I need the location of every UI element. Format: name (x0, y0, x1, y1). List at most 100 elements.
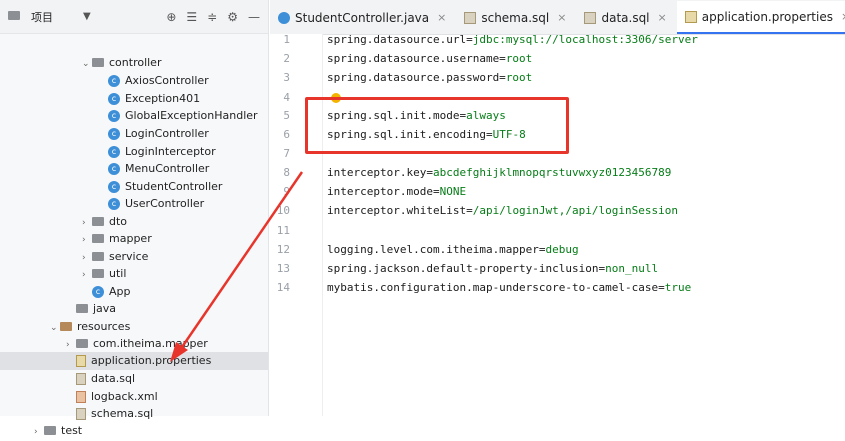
folder-icon (92, 57, 104, 67)
close-icon[interactable]: × (437, 11, 446, 24)
folder-icon (44, 425, 56, 435)
folder-icon (92, 268, 104, 278)
property-key: interceptor.whiteList= (327, 204, 473, 217)
tree-item[interactable]: logback.xml (0, 388, 268, 406)
tree-item-label: StudentController (125, 180, 223, 193)
tree-item[interactable]: c StudentController (0, 178, 268, 196)
close-icon[interactable]: × (841, 10, 845, 23)
line-number: 2 (283, 52, 290, 65)
tree-item[interactable]: application.properties (0, 352, 268, 370)
chevron-down-icon[interactable]: ▼ (83, 11, 91, 22)
property-key: mybatis.configuration.map-underscore-to-… (327, 281, 665, 294)
line-number: 4 (283, 91, 290, 104)
tree-item-label: java (93, 302, 117, 315)
tree-item[interactable]: c Exception401 (0, 90, 268, 108)
tab-label: schema.sql (481, 10, 550, 25)
tree-item-label: data.sql (91, 372, 136, 385)
gear-icon[interactable]: ⚙ (227, 10, 238, 24)
line-number: 8 (283, 166, 290, 179)
tree-item[interactable]: › util (0, 265, 268, 283)
code-line[interactable]: spring.datasource.password=root (327, 71, 532, 84)
chevron-right-icon[interactable]: › (82, 266, 92, 284)
code-line[interactable]: interceptor.whiteList=/api/loginJwt,/api… (327, 204, 678, 217)
class-icon: c (108, 181, 120, 193)
resources-folder-icon (60, 321, 72, 331)
line-number: 1 (283, 33, 290, 46)
sql-file-icon (76, 408, 86, 420)
tree-item-label: GlobalExceptionHandler (125, 109, 258, 122)
tree-item-label: LoginInterceptor (125, 145, 216, 158)
property-key: spring.datasource.url= (327, 33, 473, 46)
tree-item[interactable]: data.sql (0, 370, 268, 388)
code-line[interactable]: interceptor.key=abcdefghijklmnopqrstuvwx… (327, 166, 671, 179)
class-icon (278, 11, 290, 24)
tree-item[interactable]: › dto (0, 213, 268, 231)
tree-item-label: Exception401 (125, 92, 201, 105)
tree-item-label: LoginController (125, 127, 209, 140)
tree-item[interactable]: c LoginController (0, 125, 268, 143)
class-icon: c (108, 163, 120, 175)
code-line[interactable]: interceptor.mode=NONE (327, 185, 466, 198)
tree-item[interactable]: schema.sql (0, 405, 268, 423)
tree-item-label: util (109, 267, 127, 280)
tree-item[interactable]: c MenuController (0, 160, 268, 178)
properties-file-icon (684, 10, 697, 23)
tree-item[interactable]: c UserController (0, 195, 268, 213)
property-value: /api/loginJwt,/api/loginSession (472, 204, 679, 217)
tree-item[interactable]: ⌄ resources (0, 318, 268, 336)
tree-item[interactable]: c AxiosController (0, 72, 268, 90)
line-number: 14 (276, 281, 290, 294)
tree-item[interactable]: › service (0, 248, 268, 266)
expand-all-icon[interactable]: ≑ (207, 10, 217, 24)
tree-item-label: AxiosController (125, 74, 209, 87)
editor-tab[interactable]: application.properties × (676, 1, 845, 34)
code-line[interactable]: spring.jackson.default-property-inclusio… (327, 262, 658, 275)
tree-item[interactable]: java (0, 300, 268, 318)
project-header: 项目 ▼ ⊕ ☰ ≑ ⚙ — (0, 0, 268, 34)
tree-item[interactable]: c GlobalExceptionHandler (0, 107, 268, 125)
tree-item-label: schema.sql (91, 407, 154, 420)
code-line[interactable]: spring.datasource.username=root (327, 52, 532, 65)
chevron-down-icon[interactable]: ⌄ (82, 55, 92, 73)
project-title[interactable]: 项目 (31, 9, 53, 25)
tree-item[interactable]: c LoginInterceptor (0, 143, 268, 161)
tree-item-label: resources (77, 320, 131, 333)
property-key: spring.datasource.username= (327, 52, 506, 65)
chevron-right-icon[interactable]: › (82, 231, 92, 249)
line-number: 9 (283, 185, 290, 198)
editor-tab[interactable]: data.sql × (576, 1, 676, 34)
code-line[interactable]: mybatis.configuration.map-underscore-to-… (327, 281, 691, 294)
code-editor[interactable]: spring.datasource.url=jdbc:mysql://local… (327, 33, 845, 416)
property-value: root (505, 71, 533, 84)
close-icon[interactable]: × (658, 11, 667, 24)
property-value: non_null (605, 262, 659, 275)
property-value: NONE (439, 185, 467, 198)
editor-tab[interactable]: StudentController.java × (270, 1, 456, 34)
tree-item-label: application.properties (91, 354, 212, 367)
close-icon[interactable]: × (557, 11, 566, 24)
chevron-right-icon[interactable]: › (34, 423, 44, 441)
line-gutter: 1 2 3 4 5 6 7 8 9 10 11 12 13 14 (270, 33, 323, 416)
code-line[interactable]: logging.level.com.itheima.mapper=debug (327, 243, 579, 256)
tree-item[interactable]: ⌄ controller (0, 54, 268, 72)
property-value: abcdefghijklmnopqrstuvwxyz0123456789 (432, 166, 672, 179)
tree-item[interactable]: › test (0, 422, 268, 440)
line-number: 6 (283, 128, 290, 141)
tree-item-label: App (109, 285, 131, 298)
code-line[interactable]: spring.datasource.url=jdbc:mysql://local… (327, 33, 698, 46)
property-key: spring.jackson.default-property-inclusio… (327, 262, 606, 275)
sql-file-icon (584, 11, 597, 24)
editor-tab[interactable]: schema.sql × (456, 1, 576, 34)
property-value: true (664, 281, 692, 294)
line-number: 11 (276, 224, 290, 237)
tree-item[interactable]: › com.itheima.mapper (0, 335, 268, 353)
tree-item[interactable]: › mapper (0, 230, 268, 248)
tree-item-label: UserController (125, 197, 205, 210)
class-icon: c (92, 286, 104, 298)
tree-item[interactable]: c App (0, 283, 268, 301)
minimize-icon[interactable]: — (248, 10, 260, 24)
locate-icon[interactable]: ⊕ (166, 10, 176, 24)
collapse-all-icon[interactable]: ☰ (186, 10, 197, 24)
folder-icon (76, 338, 88, 348)
properties-file-icon (76, 355, 86, 367)
